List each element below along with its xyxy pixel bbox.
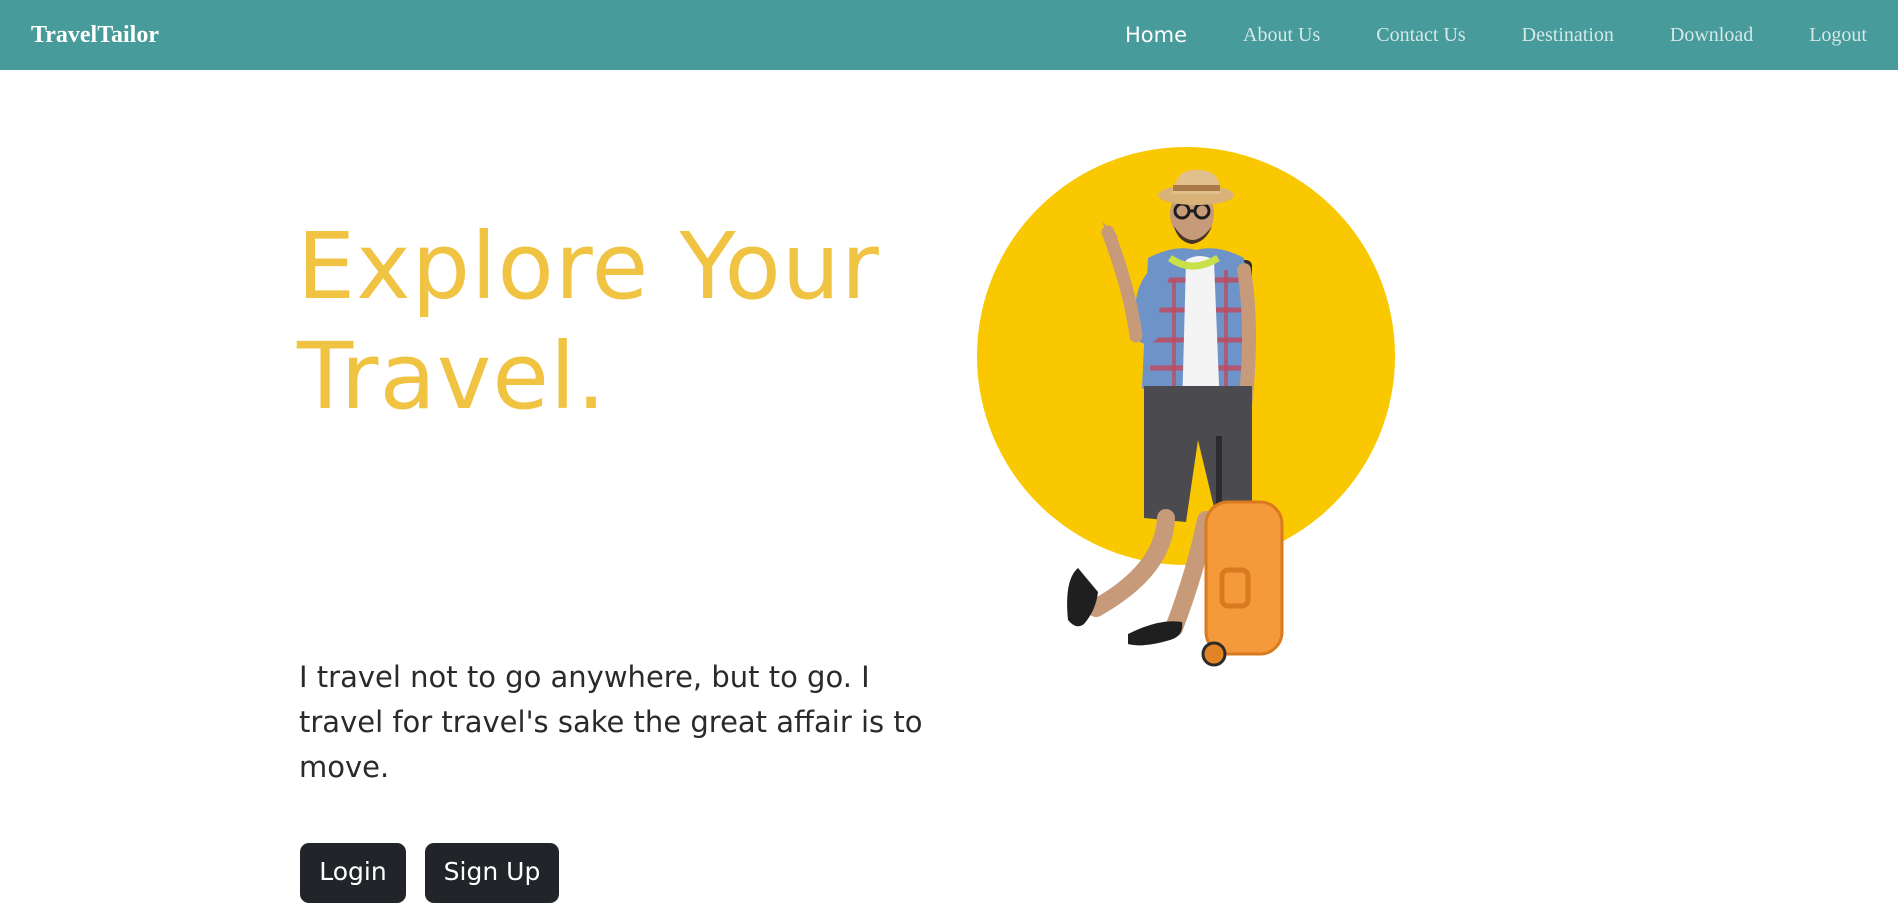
nav-download-link[interactable]: Download	[1670, 24, 1753, 47]
nav-contact-us-link[interactable]: Contact Us	[1376, 24, 1465, 47]
hero-traveler-illustration	[977, 147, 1395, 667]
nav-menu: Home About Us Contact Us Destination Dow…	[1125, 0, 1867, 70]
hero-quote: I travel not to go anywhere, but to go. …	[299, 660, 923, 784]
nav-about-us-link[interactable]: About Us	[1243, 24, 1320, 47]
nav-logout-link[interactable]: Logout	[1809, 24, 1867, 47]
nav-destination-link[interactable]: Destination	[1522, 24, 1614, 47]
hero-title: Explore Your Travel.	[297, 212, 917, 432]
nav-home-link[interactable]: Home	[1125, 23, 1187, 47]
brand-logo[interactable]: TravelTailor	[31, 19, 159, 51]
hero-title-line-1: Explore Your	[297, 213, 880, 320]
sign-up-button[interactable]: Sign Up	[425, 843, 559, 903]
top-navbar: TravelTailor Home About Us Contact Us De…	[0, 0, 1898, 70]
login-button[interactable]: Login	[300, 843, 406, 903]
hero-title-line-2: Travel.	[297, 323, 607, 430]
